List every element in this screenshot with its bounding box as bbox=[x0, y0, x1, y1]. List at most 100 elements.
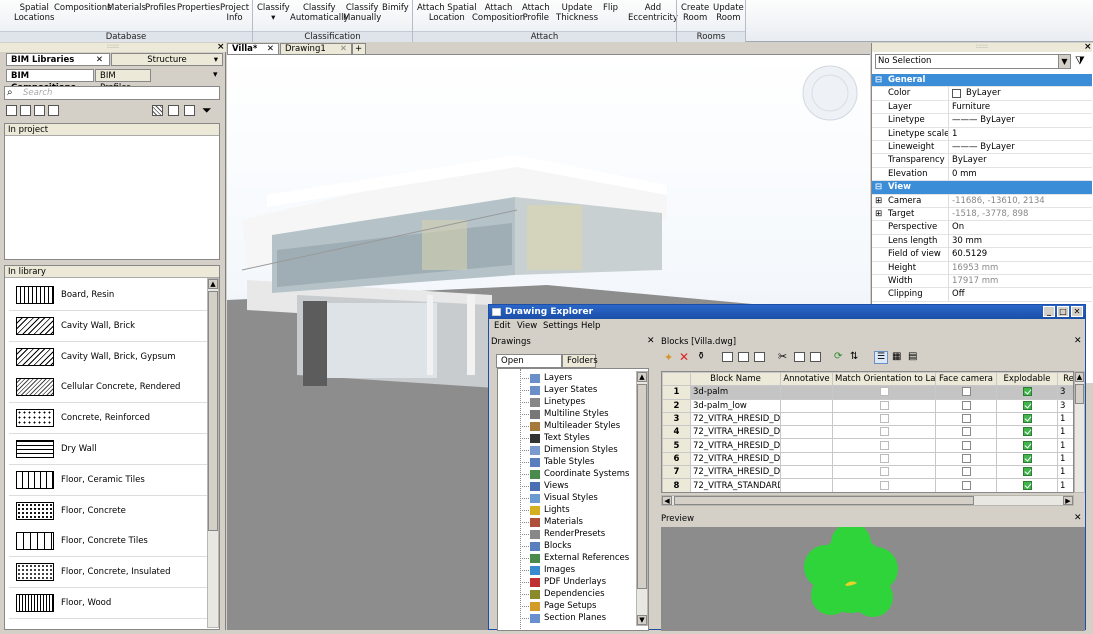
tree-item[interactable]: RenderPresets bbox=[544, 529, 605, 539]
tree-item[interactable]: Table Styles bbox=[544, 457, 594, 467]
tab-folders[interactable]: Folders bbox=[562, 354, 598, 368]
spatial-locations-button[interactable]: Spatial Locations bbox=[14, 3, 54, 23]
property-row[interactable]: Clipping Off bbox=[872, 288, 1092, 302]
property-value[interactable]: 60.5129 bbox=[952, 248, 987, 261]
tree-item[interactable]: Visual Styles bbox=[544, 493, 598, 503]
update-room-button[interactable]: Update Room bbox=[713, 3, 744, 23]
face-camera-checkbox[interactable] bbox=[961, 400, 971, 410]
explodable-checkbox[interactable] bbox=[1022, 440, 1032, 450]
block-icon[interactable] bbox=[738, 352, 749, 362]
column-header[interactable]: Ref bbox=[1057, 372, 1073, 387]
cut-icon[interactable]: ✂ bbox=[778, 350, 787, 363]
property-row[interactable]: ⊞ Target -1518, -3778, 898 bbox=[872, 208, 1092, 222]
property-row[interactable]: Linetype scale 1 bbox=[872, 127, 1092, 141]
collapse-icon[interactable]: ⊟ bbox=[875, 74, 882, 87]
tree-item[interactable]: Page Setups bbox=[544, 601, 596, 611]
collapse-icon[interactable]: ⊟ bbox=[875, 181, 882, 194]
tree-item[interactable]: Layer States bbox=[544, 385, 597, 395]
explodable-checkbox[interactable] bbox=[1022, 400, 1032, 410]
in-library-list[interactable]: In library Board, Resin Cavity Wall, Bric… bbox=[4, 265, 220, 630]
hatch-icon[interactable] bbox=[152, 105, 163, 116]
material-item[interactable]: Floor, Concrete Tiles bbox=[9, 526, 211, 558]
refresh-icon[interactable]: ⟳ bbox=[834, 351, 842, 362]
tree-item[interactable]: Blocks bbox=[544, 541, 571, 551]
database-icon[interactable] bbox=[184, 105, 195, 116]
material-item[interactable]: Cellular Concrete, Rendered bbox=[9, 372, 211, 404]
filter-icon[interactable]: ⧩ bbox=[1075, 54, 1085, 68]
property-value[interactable]: ByLayer bbox=[966, 87, 1001, 100]
material-item[interactable]: Floor, Ceramic Tiles bbox=[9, 464, 211, 496]
column-header[interactable]: Match Orientation to La... bbox=[832, 372, 936, 387]
close-button[interactable]: ✕ bbox=[1071, 306, 1083, 317]
property-row[interactable]: Linetype ——— ByLayer bbox=[872, 114, 1092, 128]
table-row[interactable]: 3 72_VITRA_HRESID_D2 1 bbox=[662, 411, 1073, 427]
search-input[interactable]: ⌕ Search bbox=[4, 86, 220, 100]
scrollbar[interactable]: ▲ bbox=[207, 278, 219, 628]
tree-item[interactable]: Linetypes bbox=[544, 397, 585, 407]
column-header[interactable]: Annotative bbox=[780, 372, 833, 387]
tree-item[interactable]: Section Planes bbox=[544, 613, 606, 623]
new-tab-button[interactable]: + bbox=[352, 43, 366, 55]
attach-spatial-location-button[interactable]: Attach Spatial Location bbox=[417, 3, 477, 23]
property-value[interactable]: On bbox=[952, 221, 964, 234]
property-section-view[interactable]: ⊟ View bbox=[872, 181, 1092, 195]
property-value[interactable]: -11686, -13610, 2134 bbox=[952, 195, 1045, 208]
property-row[interactable]: Height 16953 mm bbox=[872, 261, 1092, 275]
material-item[interactable]: Dry Wall bbox=[9, 434, 211, 465]
close-icon[interactable]: × bbox=[1084, 42, 1092, 52]
create-room-button[interactable]: Create Room bbox=[681, 3, 709, 23]
menu-view[interactable]: View bbox=[517, 321, 537, 331]
property-value[interactable]: -1518, -3778, 898 bbox=[952, 208, 1028, 221]
scroll-thumb[interactable] bbox=[208, 291, 218, 531]
menu-settings[interactable]: Settings bbox=[543, 321, 578, 331]
scrollbar[interactable]: ▲ ▼ bbox=[636, 371, 648, 626]
explodable-checkbox[interactable] bbox=[1022, 414, 1032, 424]
close-icon[interactable]: × bbox=[217, 42, 225, 52]
close-icon[interactable]: ✕ bbox=[1074, 513, 1082, 523]
insert-icon[interactable] bbox=[722, 352, 733, 362]
tab-drawing1[interactable]: Drawing1 ✕ bbox=[280, 43, 352, 55]
property-value[interactable]: ——— ByLayer bbox=[952, 114, 1015, 127]
column-header[interactable] bbox=[662, 372, 691, 387]
face-camera-checkbox[interactable] bbox=[961, 453, 971, 463]
tab-structure[interactable]: Structure ▾ bbox=[111, 53, 223, 66]
scroll-thumb[interactable] bbox=[637, 384, 647, 589]
explodable-checkbox[interactable] bbox=[1022, 480, 1032, 490]
scroll-left-icon[interactable]: ◀ bbox=[662, 496, 672, 505]
table-row[interactable]: 1 3d-palm 3 bbox=[662, 385, 1073, 400]
match-orientation-checkbox[interactable] bbox=[879, 467, 889, 477]
property-value[interactable]: ——— ByLayer bbox=[952, 141, 1015, 154]
face-camera-checkbox[interactable] bbox=[961, 467, 971, 477]
scrollbar[interactable]: ▲ bbox=[1074, 371, 1085, 493]
tree-item[interactable]: PDF Underlays bbox=[544, 577, 606, 587]
rename-icon[interactable] bbox=[754, 352, 765, 362]
tree-item[interactable]: Dependencies bbox=[544, 589, 605, 599]
classify-button[interactable]: Classify ▾ bbox=[257, 3, 290, 23]
paste-icon[interactable] bbox=[810, 352, 821, 362]
beam-icon[interactable] bbox=[34, 105, 45, 116]
close-icon[interactable]: ✕ bbox=[96, 54, 103, 66]
material-item[interactable]: Cavity Wall, Brick bbox=[9, 310, 211, 342]
selection-dropdown[interactable]: No Selection ▼ bbox=[875, 54, 1071, 69]
close-icon[interactable]: ✕ bbox=[267, 44, 274, 55]
sort-icon[interactable]: ⇅ bbox=[850, 351, 858, 362]
match-orientation-checkbox[interactable] bbox=[879, 440, 889, 450]
scroll-down-icon[interactable]: ▼ bbox=[637, 615, 647, 625]
tree-item[interactable]: Layers bbox=[544, 373, 572, 383]
table-row[interactable]: 7 72_VITRA_HRESID_D2 1 bbox=[662, 465, 1073, 480]
explodable-checkbox[interactable] bbox=[1022, 467, 1032, 477]
property-row[interactable]: Color ByLayer bbox=[872, 87, 1092, 101]
property-value[interactable]: 17917 mm bbox=[952, 275, 998, 288]
new-icon[interactable]: ✦ bbox=[664, 351, 673, 364]
property-value[interactable]: 16953 mm bbox=[952, 262, 998, 275]
tab-bim-profiles[interactable]: BIM Profiles bbox=[95, 69, 151, 93]
material-item[interactable]: Floor, Concrete bbox=[9, 495, 211, 527]
property-value[interactable]: 0 mm bbox=[952, 168, 977, 181]
material-item[interactable]: Cavity Wall, Brick, Gypsum bbox=[9, 341, 211, 373]
property-section-general[interactable]: ⊟ General bbox=[872, 74, 1092, 88]
match-orientation-checkbox[interactable] bbox=[879, 480, 889, 490]
tree-item[interactable]: Images bbox=[544, 565, 575, 575]
face-camera-checkbox[interactable] bbox=[961, 440, 971, 450]
delete-icon[interactable]: ✕ bbox=[679, 350, 689, 364]
property-value[interactable]: 30 mm bbox=[952, 235, 982, 248]
